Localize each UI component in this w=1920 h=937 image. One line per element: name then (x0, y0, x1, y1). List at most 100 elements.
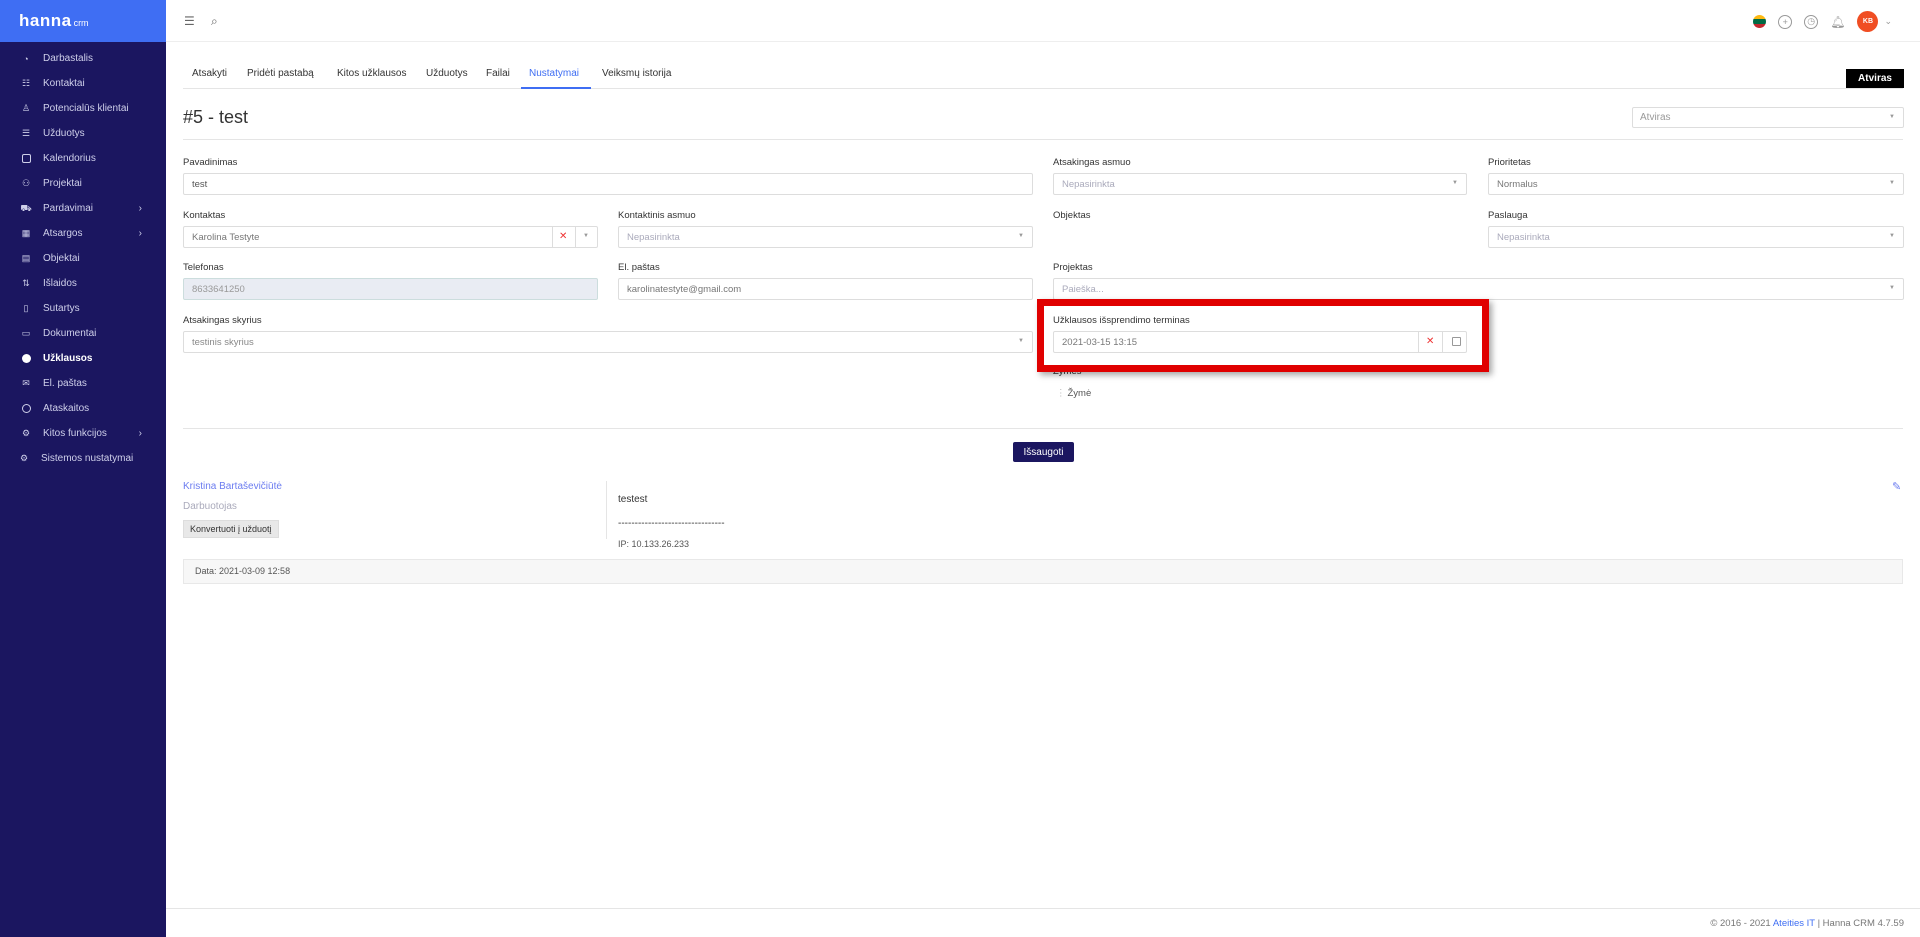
sidebar-item-ataskaitos[interactable]: Ataskaitos (0, 396, 166, 421)
sidebar-item-kitos-funkcijos[interactable]: ⚙ Kitos funkcijos › (0, 421, 166, 446)
inquiries-icon (21, 354, 31, 364)
contact-person-select[interactable]: Nepasirinkta ▼ (618, 226, 1033, 248)
tab-veiksmu-istorija[interactable]: Veiksmų istorija (602, 68, 671, 79)
department-label: Atsakingas skyrius (183, 315, 262, 326)
sidebar-item-islaidos[interactable]: ⇅ Išlaidos (0, 271, 166, 296)
chevron-down-icon: ▼ (1452, 180, 1458, 186)
phone-input: 8633641250 (183, 278, 598, 300)
phone-label: Telefonas (183, 262, 224, 273)
logo-text: hanna (19, 11, 72, 30)
sales-icon: ⛟ (20, 202, 32, 213)
chevron-right-icon: › (138, 428, 142, 439)
sidebar-nav: ◔ Darbastalis ☷ Kontaktai ♙ Potencialūs kli… (0, 42, 166, 471)
sidebar-item-projektai[interactable]: ⚇ Projektai (0, 171, 166, 196)
bell-icon[interactable]: 🔔︎ (1830, 15, 1845, 29)
sidebar-item-uzduotys[interactable]: ☰ Užduotys (0, 121, 166, 146)
projects-icon: ⚇ (21, 178, 31, 188)
tab-uzduotys[interactable]: Užduotys (426, 68, 468, 79)
sidebar-item-sutartys[interactable]: ▯ Sutartys (0, 296, 166, 321)
name-input[interactable]: test (183, 173, 1033, 195)
tab-prideti-pastaba[interactable]: Pridėti pastabą (247, 68, 314, 79)
active-tab-indicator (521, 87, 591, 89)
expenses-icon: ⇅ (22, 278, 30, 288)
chevron-down-icon: ▼ (1889, 114, 1895, 120)
note-body: testest (618, 494, 648, 505)
avatar[interactable]: KB (1857, 11, 1879, 32)
sidebar: hanna crm ◔ Darbastalis ☷ Kontaktai ♙ Poten… (0, 0, 166, 937)
responsible-label: Atsakingas asmuo (1053, 157, 1131, 168)
note-divider-text: -------------------------------- (618, 518, 725, 529)
contacts-icon: ☷ (21, 78, 31, 88)
topbar-actions: + ◷ 🔔︎ KB ⌄ (1753, 11, 1892, 32)
email-label: El. paštas (618, 262, 660, 273)
chevron-down-icon[interactable]: ⌄ (1884, 16, 1892, 27)
tasks-icon: ☰ (21, 128, 31, 138)
tab-atsakyti[interactable]: Atsakyti (192, 68, 227, 79)
logo-sub: crm (73, 18, 89, 28)
status-button[interactable]: Atviras (1846, 69, 1904, 88)
settings-icon: ⚙ (19, 453, 29, 463)
divider (183, 139, 1903, 140)
sidebar-item-sistemos-nustatymai[interactable]: ⚙ Sistemos nustatymai (0, 446, 166, 471)
other-functions-icon: ⚙ (21, 428, 31, 438)
department-select[interactable]: testinis skyrius ▼ (183, 331, 1033, 353)
documents-icon: ▭ (21, 328, 31, 338)
page-title: #5 - test (183, 107, 249, 127)
sidebar-item-uzklausos[interactable]: Užklausos (0, 346, 166, 371)
sidebar-item-pardavimai[interactable]: ⛟ Pardavimai › (0, 196, 166, 221)
leads-icon: ♙ (21, 103, 31, 113)
save-button[interactable]: Išsaugoti (1013, 442, 1074, 462)
sidebar-item-kalendorius[interactable]: Kalendorius (0, 146, 166, 171)
tab-bar: Atsakyti Pridėti pastabą Kitos užklausos… (183, 61, 1903, 89)
divider (606, 481, 607, 539)
tab-kitos-uzklausos[interactable]: Kitos užklausos (337, 68, 406, 79)
priority-select[interactable]: Normalus ▼ (1488, 173, 1904, 195)
deadline-input[interactable]: 2021-03-15 13:15 ✕ (1053, 331, 1467, 353)
service-select[interactable]: Nepasirinkta ▼ (1488, 226, 1904, 248)
contact-person-label: Kontaktinis asmuo (618, 210, 696, 221)
footer-link[interactable]: Ateities IT (1773, 918, 1815, 929)
sidebar-item-dokumentai[interactable]: ▭ Dokumentai (0, 321, 166, 346)
calendar-icon[interactable] (1452, 337, 1461, 346)
logo[interactable]: hanna crm (0, 0, 166, 42)
tab-failai[interactable]: Failai (486, 68, 510, 79)
deadline-label: Užklausos išsprendimo terminas (1053, 315, 1190, 326)
convert-to-task-button[interactable]: Konvertuoti į užduotį (183, 520, 279, 538)
edit-icon[interactable]: ✎ (1892, 480, 1901, 493)
sidebar-item-potencialus-klientai[interactable]: ♙ Potencialūs klientai (0, 96, 166, 121)
sidebar-item-atsargos[interactable]: ▦ Atsargos › (0, 221, 166, 246)
chevron-down-icon: ▼ (1018, 338, 1024, 344)
tags-label: Žymės (1053, 366, 1082, 377)
sidebar-item-el-pastas[interactable]: ✉ El. paštas (0, 371, 166, 396)
search-icon[interactable]: ⌕ (211, 14, 218, 29)
responsible-select[interactable]: Nepasirinkta ▼ (1053, 173, 1467, 195)
status-select[interactable]: Atviras ▼ (1632, 107, 1904, 128)
chevron-down-icon: ▼ (1889, 233, 1895, 239)
reports-icon (21, 404, 31, 414)
divider (183, 428, 1903, 429)
service-label: Paslauga (1488, 210, 1528, 221)
project-select[interactable]: Paieška... ▼ (1053, 278, 1904, 300)
menu-icon[interactable]: ☰ (184, 14, 195, 28)
email-icon: ✉ (22, 378, 30, 388)
chevron-down-icon[interactable]: ▼ (583, 233, 589, 239)
contact-label: Kontaktas (183, 210, 226, 221)
tab-nustatymai[interactable]: Nustatymai (529, 68, 579, 79)
dashboard-icon: ◔ (23, 53, 29, 64)
clock-icon[interactable]: ◷ (1804, 14, 1819, 29)
chevron-down-icon: ▼ (1889, 285, 1895, 291)
sidebar-item-darbastalis[interactable]: ◔ Darbastalis (0, 46, 166, 71)
objects-icon: ▤ (21, 253, 31, 263)
sidebar-item-kontaktai[interactable]: ☷ Kontaktai (0, 71, 166, 96)
language-flag-icon[interactable] (1753, 15, 1767, 28)
add-icon[interactable]: + (1778, 14, 1793, 29)
sidebar-item-objektai[interactable]: ▤ Objektai (0, 246, 166, 271)
clear-icon[interactable]: ✕ (559, 231, 567, 242)
contact-select[interactable]: Karolina Testyte ✕ ▼ (183, 226, 598, 248)
tags-input[interactable]: ⋮ Žymė (1056, 388, 1091, 399)
priority-label: Prioritetas (1488, 157, 1531, 168)
note-author[interactable]: Kristina Bartaševičiūtė (183, 481, 282, 492)
email-input[interactable]: karolinatestyte@gmail.com (618, 278, 1033, 300)
project-label: Projektas (1053, 262, 1093, 273)
clear-icon[interactable]: ✕ (1426, 336, 1434, 347)
